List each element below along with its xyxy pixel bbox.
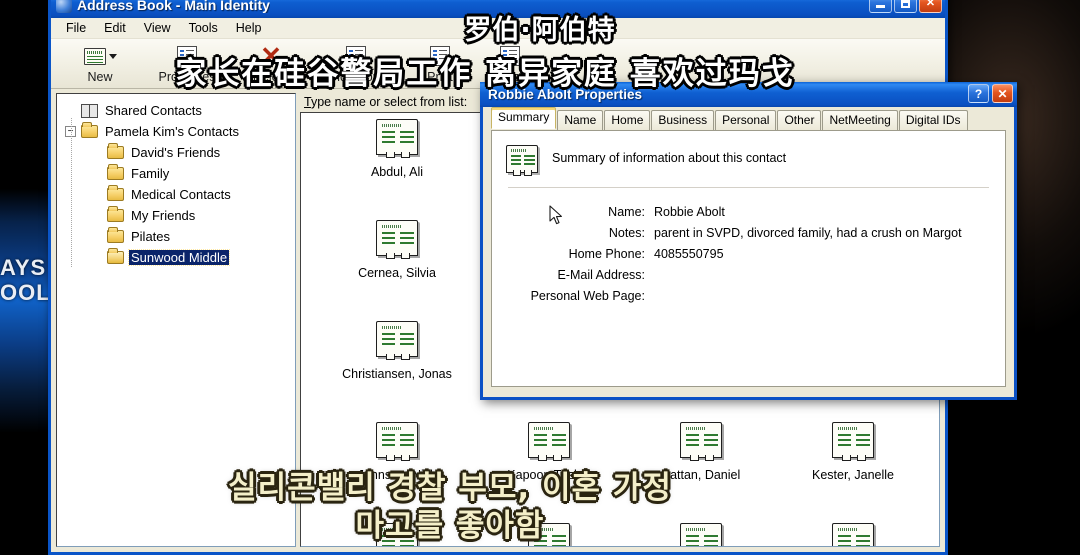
tree-connector-line (71, 118, 72, 268)
tree-label: Pamela Kim's Contacts (105, 124, 239, 139)
summary-header: Summary of information about this contac… (506, 143, 991, 176)
background-left-text: AYS OOL (0, 255, 51, 305)
field-label: Personal Web Page: (530, 289, 645, 303)
field-row-notes: Notes: parent in SVPD, divorced family, … (506, 223, 991, 244)
field-label: Notes: (608, 226, 645, 240)
tree-label: Shared Contacts (105, 103, 202, 118)
contact-card-icon (528, 422, 570, 461)
divider (508, 187, 989, 188)
background-left-text-line1: AYS (0, 255, 47, 280)
field-row-home-phone: Home Phone: 4085550795 (506, 244, 991, 265)
properties-tabs: Summary Name Home Business Personal Othe… (483, 107, 1014, 130)
tree-label: David's Friends (131, 145, 221, 160)
tree-item-pamela-kims-contacts[interactable]: − Pamela Kim's Contacts (61, 121, 293, 142)
contact-item[interactable]: Cernea, Silvia (321, 220, 473, 321)
tree-item-shared-contacts[interactable]: Shared Contacts (61, 100, 293, 121)
summary-tab-panel: Summary of information about this contac… (491, 130, 1006, 387)
tab-home[interactable]: Home (604, 110, 651, 130)
folder-icon (107, 164, 124, 180)
tab-digital-ids[interactable]: Digital IDs (898, 110, 968, 130)
tab-netmeeting[interactable]: NetMeeting (822, 110, 898, 130)
tree-label: Pilates (131, 229, 171, 244)
subtitle-chinese-name: 罗伯·阿伯特 (464, 15, 616, 46)
contact-card-icon (376, 321, 418, 360)
subtitle-korean-line2: 마고를 좋아함 (355, 508, 545, 544)
contact-card-icon (376, 119, 418, 158)
tab-name[interactable]: Name (557, 110, 604, 130)
contact-name: Cernea, Silvia (358, 266, 436, 280)
folder-icon (107, 143, 124, 159)
folder-icon (81, 122, 98, 138)
tab-other[interactable]: Other (777, 110, 822, 130)
field-value: 4085550795 (654, 247, 724, 261)
contact-card-icon (506, 145, 538, 176)
shared-contacts-book-icon (81, 103, 98, 118)
field-label: Name: (608, 205, 645, 219)
help-icon[interactable]: ? (968, 84, 989, 103)
tab-summary[interactable]: Summary (491, 107, 557, 129)
properties-dialog: Robbie Abolt Properties ? ✕ Summary Name… (480, 82, 1017, 400)
tree-label: My Friends (131, 208, 196, 223)
tree-item-davids-friends[interactable]: David's Friends (61, 142, 293, 163)
tree-label: Family (131, 166, 170, 181)
field-value: Robbie Abolt (654, 205, 725, 219)
tab-personal[interactable]: Personal (715, 110, 777, 130)
tree-item-my-friends[interactable]: My Friends (61, 205, 293, 226)
contact-name: Christiansen, Jonas (342, 367, 452, 381)
tree-item-pilates[interactable]: Pilates (61, 226, 293, 247)
contact-card-icon (376, 220, 418, 259)
contact-card-icon (680, 422, 722, 461)
properties-dialog-controls: ? ✕ (968, 84, 1013, 103)
tree-item-family[interactable]: Family (61, 163, 293, 184)
tab-business[interactable]: Business (651, 110, 715, 130)
folder-open-icon (107, 248, 124, 264)
folder-icon (107, 227, 124, 243)
contact-list-label-rest: ype name or select from list: (310, 95, 468, 109)
tree-label: Medical Contacts (131, 187, 231, 202)
background-left-text-line2: OOL (0, 280, 51, 305)
tree-label: Sunwood Middle (127, 249, 231, 266)
close-icon[interactable]: ✕ (992, 84, 1013, 103)
folder-icon (107, 185, 124, 201)
field-row-personal-web-page: Personal Web Page: (506, 286, 991, 307)
folder-icon (107, 206, 124, 222)
contact-list-label-accel: T (304, 95, 311, 109)
tree-item-medical-contacts[interactable]: Medical Contacts (61, 184, 293, 205)
contact-item[interactable]: Abdul, Ali (321, 119, 473, 220)
contact-card-icon (376, 422, 418, 461)
field-label: E-Mail Address: (557, 268, 645, 282)
contact-name: Abdul, Ali (370, 165, 424, 179)
contact-item[interactable]: Christiansen, Jonas (321, 321, 473, 422)
field-label: Home Phone: (568, 247, 645, 261)
field-value: parent in SVPD, divorced family, had a c… (654, 226, 962, 240)
field-row-name: Name: Robbie Abolt (506, 202, 991, 223)
field-row-email-address: E-Mail Address: (506, 265, 991, 286)
contact-card-icon (832, 422, 874, 461)
tree-item-sunwood-middle[interactable]: Sunwood Middle (61, 247, 293, 268)
subtitle-chinese-line: 家长在硅谷警局工作 离异家庭 喜欢过玛戈 (175, 56, 795, 92)
summary-heading: Summary of information about this contac… (552, 151, 787, 165)
summary-fields: Name: Robbie Abolt Notes: parent in SVPD… (506, 202, 991, 307)
mouse-cursor-icon (549, 205, 562, 225)
